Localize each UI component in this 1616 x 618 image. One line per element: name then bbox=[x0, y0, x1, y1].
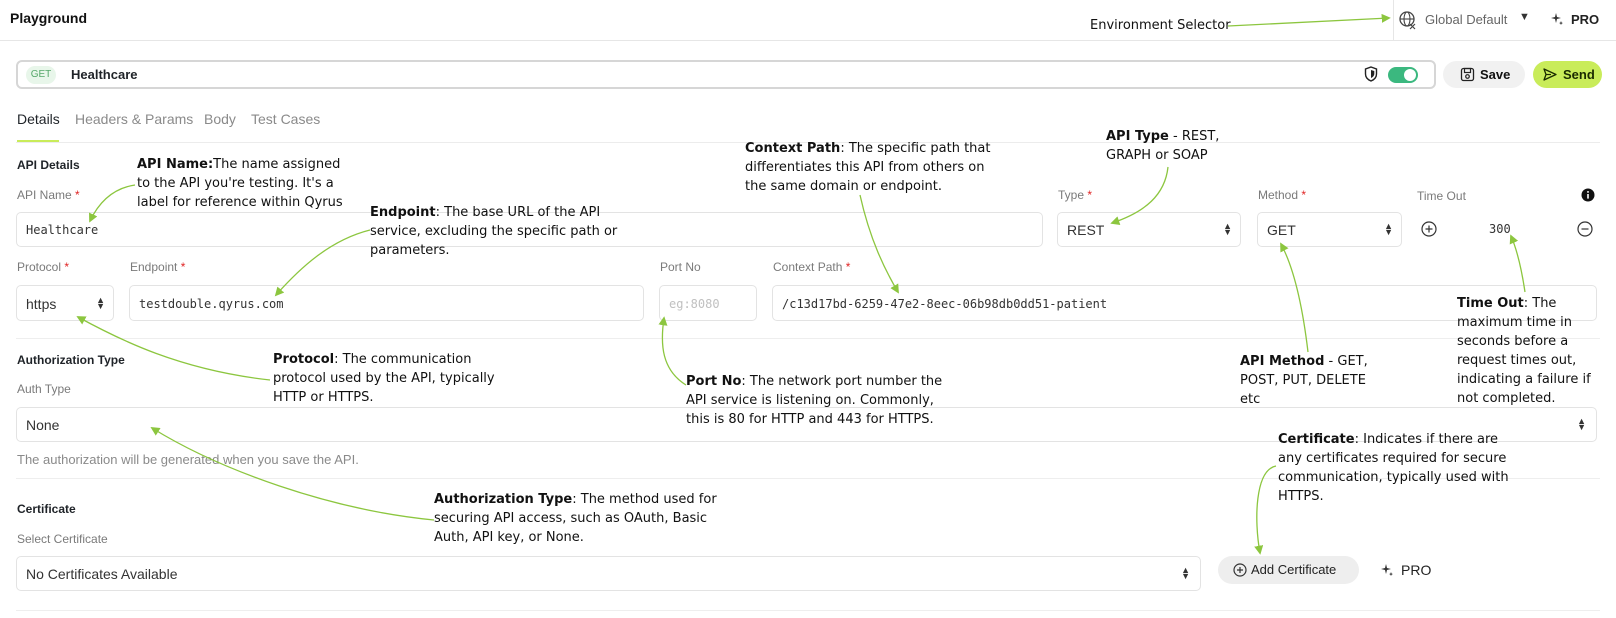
annotation-arrows bbox=[76, 13, 1526, 555]
